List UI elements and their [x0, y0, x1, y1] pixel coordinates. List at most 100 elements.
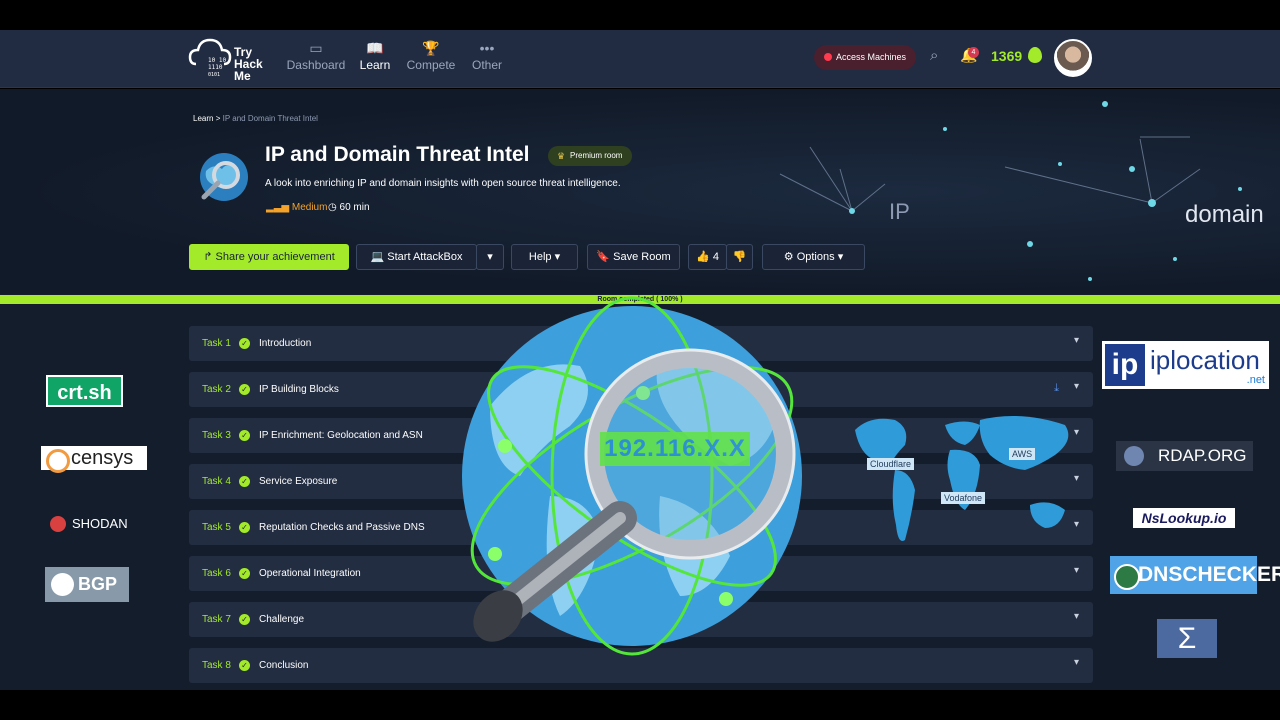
iplocation-text: iplocation: [1150, 345, 1260, 375]
map-label-vodafone: Vodafone: [941, 492, 986, 504]
sigma-logo: Σ: [1157, 619, 1217, 658]
chevron-down-icon[interactable]: ▾: [1074, 611, 1079, 622]
map-label-aws: AWS: [1009, 448, 1036, 460]
nav-learn[interactable]: 📖 Learn: [343, 38, 407, 72]
iplocation-logo: ip iplocation .net: [1102, 341, 1269, 389]
notification-badge: 4: [968, 47, 979, 58]
nav-other-label: Other: [471, 58, 502, 72]
letterbox-top: [0, 0, 1280, 30]
chevron-down-icon: ▾: [487, 251, 493, 263]
rdap-logo: RDAP.ORG: [1116, 441, 1253, 471]
task-number: Task 7: [202, 614, 231, 625]
room-description: A look into enriching IP and domain insi…: [265, 178, 621, 189]
share-achievement-button[interactable]: ↱ Share your achievement: [189, 244, 349, 270]
chevron-down-icon[interactable]: ▾: [1074, 565, 1079, 576]
cloud-logo-icon: 10 10 1110 0101: [188, 38, 232, 78]
hero-label-domain: domain: [1185, 201, 1264, 228]
task-title: IP Enrichment: Geolocation and ASN: [259, 430, 423, 441]
svg-text:1110: 1110: [208, 64, 223, 71]
trophy-icon: 🏆: [422, 40, 440, 56]
task-number: Task 6: [202, 568, 231, 579]
avatar[interactable]: [1054, 39, 1092, 77]
shodan-logo: SHODAN: [46, 512, 128, 536]
check-icon: ✓: [239, 614, 250, 625]
like-button[interactable]: 👍 4: [688, 244, 727, 270]
bookmark-icon: 🔖: [596, 251, 611, 263]
difficulty-label: ▂▃▅ Medium: [266, 202, 327, 213]
streak-flame-icon: [1028, 47, 1042, 63]
options-button[interactable]: ⚙ Options ▾: [762, 244, 865, 270]
premium-badge: Premium room: [548, 146, 633, 166]
globe-magnifier-illustration: [462, 296, 802, 656]
check-icon: ✓: [239, 522, 250, 533]
more-icon: •••: [479, 40, 495, 56]
screen: 10 10 1110 0101 Try Hack Me ▭ Dashboard …: [0, 0, 1280, 720]
dashboard-icon: ▭: [309, 40, 323, 56]
task-title: Conclusion: [259, 660, 309, 671]
ip-address-overlay: 192.116.X.X: [600, 432, 750, 466]
dnschecker-logo: DNSCHECKER: [1110, 556, 1280, 594]
access-machines-button[interactable]: Access Machines: [814, 45, 916, 70]
share-label: Share your achievement: [215, 251, 335, 263]
nav-learn-label: Learn: [359, 58, 391, 72]
laptop-icon: 💻: [370, 251, 385, 263]
thumbs-up-icon: 👍: [696, 251, 710, 263]
nav-dashboard[interactable]: ▭ Dashboard: [284, 38, 348, 72]
dislike-button[interactable]: 👎: [726, 244, 753, 270]
search-icon[interactable]: ⌕: [930, 47, 938, 64]
task-number: Task 8: [202, 660, 231, 671]
start-attackbox-button[interactable]: 💻 Start AttackBox: [356, 244, 477, 270]
task-title: Challenge: [259, 614, 305, 625]
nav-compete-label: Compete: [406, 58, 456, 72]
task-number: Task 1: [202, 338, 231, 349]
svg-text:0101: 0101: [208, 72, 220, 78]
breadcrumb-current: IP and Domain Threat Intel: [222, 114, 318, 123]
download-icon[interactable]: ⤓: [1054, 382, 1059, 395]
top-navigation: 10 10 1110 0101 Try Hack Me ▭ Dashboard …: [0, 30, 1280, 88]
check-icon: ✓: [239, 430, 250, 441]
crtsh-logo: crt.sh: [46, 375, 123, 407]
nav-other[interactable]: ••• Other: [455, 38, 519, 72]
letterbox-bottom: [0, 690, 1280, 720]
iplocation-net: .net: [1246, 374, 1265, 386]
room-header: Learn > IP and Domain Threat Intel IP an…: [0, 89, 1280, 294]
chevron-down-icon[interactable]: ▾: [1074, 381, 1079, 392]
nav-compete[interactable]: 🏆 Compete: [399, 38, 463, 72]
breadcrumb-separator: >: [215, 114, 221, 123]
clock-icon: ◷: [328, 202, 337, 213]
duration-label: ◷ 60 min: [328, 202, 370, 213]
like-count: 4: [712, 251, 719, 263]
attackbox-dropdown[interactable]: ▾: [476, 244, 504, 270]
help-button[interactable]: Help ▾: [511, 244, 578, 270]
points-counter: 1369: [991, 48, 1023, 64]
check-icon: ✓: [239, 568, 250, 579]
nav-dashboard-label: Dashboard: [286, 58, 346, 72]
task-number: Task 2: [202, 384, 231, 395]
hero-label-ip: IP: [889, 199, 910, 224]
share-icon: ↱: [203, 251, 213, 263]
breadcrumb-root[interactable]: Learn: [193, 114, 213, 123]
svg-text:10 10: 10 10: [208, 57, 226, 64]
task-title: Introduction: [259, 338, 312, 349]
chevron-down-icon: ▾: [837, 251, 844, 263]
room-magnifier-icon: [200, 153, 248, 201]
chevron-down-icon[interactable]: ▾: [1074, 335, 1079, 346]
attackbox-label: Start AttackBox: [387, 251, 463, 263]
options-label: Options: [796, 251, 835, 263]
check-icon: ✓: [239, 384, 250, 395]
task-title: Reputation Checks and Passive DNS: [259, 522, 425, 533]
task-title: IP Building Blocks: [259, 384, 339, 395]
check-icon: ✓: [239, 476, 250, 487]
censys-logo: censys: [41, 446, 147, 473]
room-actions: ↱ Share your achievement 💻 Start AttackB…: [0, 244, 1280, 270]
save-label: Save Room: [613, 251, 671, 263]
tryhackme-logo[interactable]: 10 10 1110 0101 Try Hack Me: [188, 34, 268, 84]
chevron-down-icon[interactable]: ▾: [1074, 657, 1079, 668]
save-room-button[interactable]: 🔖 Save Room: [587, 244, 680, 270]
gear-icon: ⚙: [783, 251, 794, 263]
difficulty-value: Medium: [291, 202, 328, 213]
logo-text: Try Hack Me: [234, 45, 263, 83]
task-title: Operational Integration: [259, 568, 361, 579]
task-number: Task 3: [202, 430, 231, 441]
breadcrumb: Learn > IP and Domain Threat Intel: [193, 114, 318, 123]
